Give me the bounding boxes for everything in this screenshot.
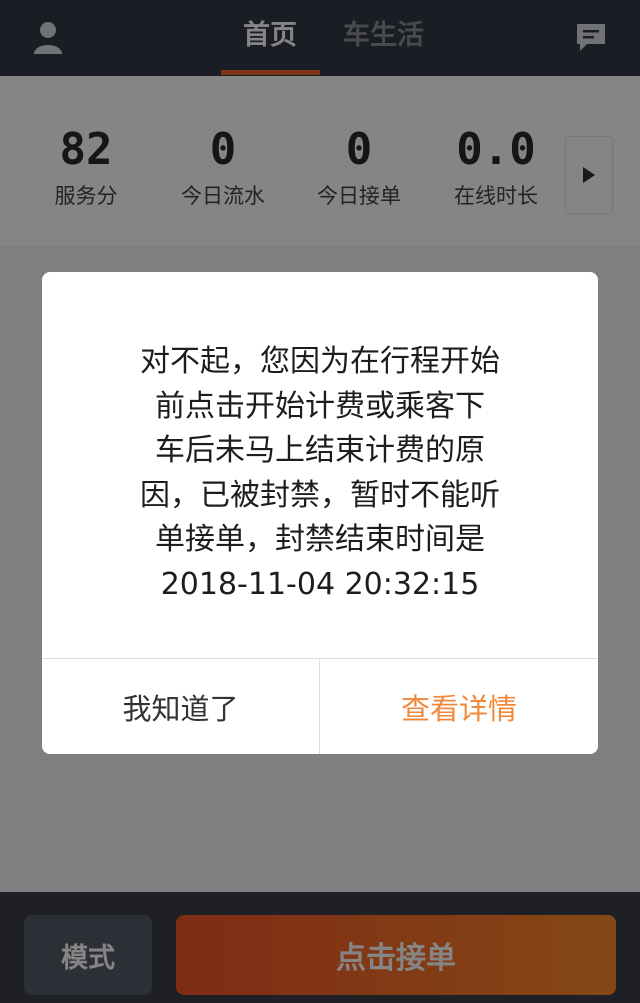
dialog-message-line: 车后未马上结束计费的原 [155,433,485,468]
dialog-message: 对不起，您因为在行程开始 前点击开始计费或乘客下 车后未马上结束计费的原 因，已… [82,340,558,607]
view-details-button[interactable]: 查看详情 [320,659,598,754]
dialog-message-line: 前点击开始计费或乘客下 [155,388,485,424]
dialog-message-line: 单接单，封禁结束时间是 [155,522,485,557]
dialog-message-line: 对不起，您因为在行程开始 [140,344,500,379]
ban-notice-dialog: 对不起，您因为在行程开始 前点击开始计费或乘客下 车后未马上结束计费的原 因，已… [42,272,598,754]
dialog-message-line: 因，已被封禁，暂时不能听 [140,477,500,513]
dialog-message-line: 2018-11-04 20:32:15 [160,566,480,602]
dialog-button-row: 我知道了 查看详情 [42,658,598,754]
acknowledge-button[interactable]: 我知道了 [42,659,319,754]
